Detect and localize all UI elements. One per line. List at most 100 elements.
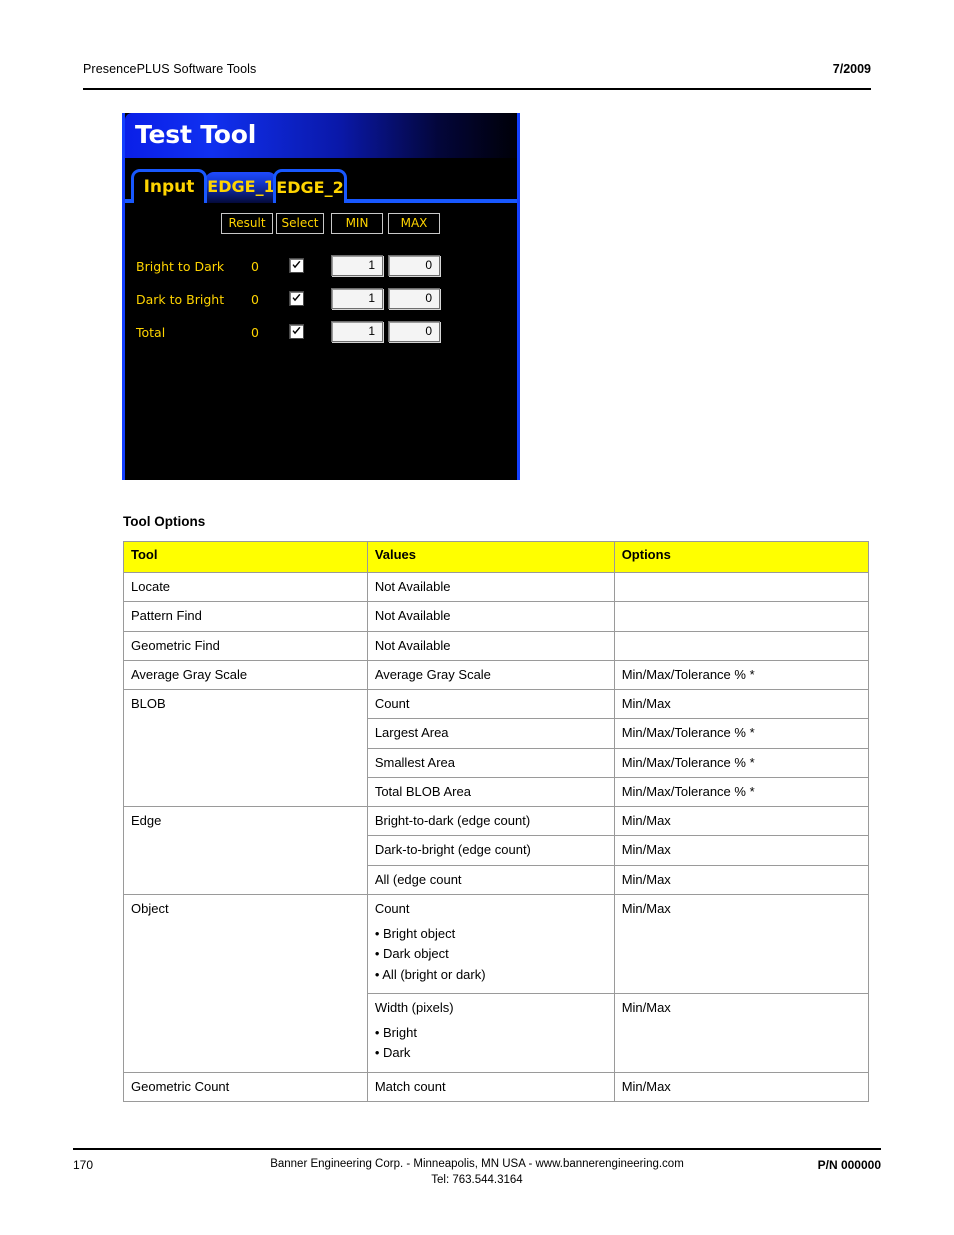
row-label: Dark to Bright [136,292,225,307]
cell-values: Bright-to-dark (edge count) [366,805,615,837]
cell-tool: Geometric Find [123,630,368,661]
tab-input[interactable]: Input [131,169,207,203]
table-header-row: Tool Values Options [123,541,870,573]
cell-tool: Pattern Find [123,601,368,632]
tool-title: Test Tool [135,120,257,149]
cell-values-main: Count [374,900,410,916]
column-header-max: MAX [388,213,440,234]
bullet-item: • Bright [374,1025,417,1040]
cell-values: Width (pixels) • Bright • Dark [366,992,615,1073]
cell-values: Not Available [366,630,615,661]
row-result-value: 0 [251,292,259,307]
table-row: Dark to Bright 0 1 0 [125,288,517,321]
cell-options [613,571,870,603]
row-select-checkbox[interactable] [289,291,304,306]
row-select-checkbox[interactable] [289,258,304,273]
cell-values: Match count [366,1071,615,1102]
checkmark-icon [292,294,301,302]
cell-options: Min/Max/Tolerance % * [613,659,870,691]
cell-values: Dark-to-bright (edge count) [366,835,615,866]
row-result-value: 0 [251,259,259,274]
header-title: PresencePLUS Software Tools [83,62,257,76]
cell-tool-edge: Edge [123,806,368,895]
cell-values-main: Width (pixels) [374,999,454,1015]
cell-options: Min/Max [613,864,870,895]
cell-tool-object: Object [123,893,368,1073]
cell-tool: Geometric Count [123,1071,368,1102]
cell-values: Count [366,688,615,720]
bullet-item: • Dark object [374,946,449,962]
column-header-select: Select [276,213,324,234]
row-result-value: 0 [251,325,259,340]
checkmark-icon [292,261,301,269]
cell-tool: Average Gray Scale [123,659,368,691]
cell-values: Smallest Area [366,747,615,778]
tool-titlebar: Test Tool [125,113,517,158]
row-max-input[interactable]: 0 [388,288,440,309]
table-row: Geometric Count Match count Min/Max [123,1071,870,1102]
header-date: 7/2009 [832,62,871,76]
row-max-input[interactable]: 0 [388,321,440,342]
tab-edge-2[interactable]: EDGE_2 [273,169,347,203]
cell-values: Largest Area [366,718,615,749]
column-header-row: Result Select MIN MAX [125,213,517,235]
page-header: PresencePLUS Software Tools 7/2009 [83,62,871,90]
cell-options: Min/Max [613,893,870,994]
cell-options: Min/Max [613,992,870,1073]
page-footer: 170 Banner Engineering Corp. - Minneapol… [73,1148,881,1186]
column-header-min: MIN [331,213,383,234]
table-row: Geometric Find Not Available [123,630,870,661]
bullet-item: • Bright object [374,926,456,941]
bullet-item: • Dark [374,1045,411,1061]
part-number: P/N 000000 [817,1158,881,1172]
section-title: Tool Options [123,514,206,529]
table-row: Locate Not Available [123,571,870,603]
cell-values: Count • Bright object • Dark object • Al… [366,893,615,994]
cell-options: Min/Max/Tolerance % * [613,747,870,778]
cell-options: Min/Max [613,835,870,866]
cell-options [613,601,870,632]
row-min-input[interactable]: 1 [331,288,383,309]
tool-body: Result Select MIN MAX Bright to Dark 0 1… [125,203,517,480]
table-row: Average Gray Scale Average Gray Scale Mi… [123,659,870,691]
cell-values: Not Available [366,571,615,603]
cell-options: Min/Max/Tolerance % * [613,776,870,808]
tool-options-table: Tool Values Options Locate Not Available… [123,541,870,1102]
cell-tool-blob: BLOB [123,689,368,807]
table-row: Object Count • Bright object • Dark obje… [123,893,870,1073]
column-header-options: Options [613,541,870,573]
test-tool-screenshot: Test Tool Input EDGE_1 EDGE_2 Result Sel… [122,113,520,480]
footer-company-line: Banner Engineering Corp. - Minneapolis, … [270,1158,684,1170]
bullet-item: • All (bright or dark) [374,966,486,982]
row-min-input[interactable]: 1 [331,321,383,342]
table-row: Total 0 1 0 [125,321,517,354]
row-label: Total [136,325,166,340]
footer-row: 170 Banner Engineering Corp. - Minneapol… [73,1158,881,1174]
cell-options: Min/Max [613,1071,870,1102]
footer-phone-line: Tel: 763.544.3164 [431,1174,523,1186]
cell-values: All (edge count [366,864,615,895]
cell-values: Not Available [366,601,615,632]
table-row: Pattern Find Not Available [123,601,870,632]
cell-values-bullets: • Bright object • Dark object • All (bri… [375,926,608,983]
table-row: Bright to Dark 0 1 0 [125,255,517,288]
tab-edge-1[interactable]: EDGE_1 [205,172,277,203]
row-label: Bright to Dark [136,259,225,274]
column-header-values: Values [366,541,615,573]
row-max-input[interactable]: 0 [388,255,440,276]
cell-options: Min/Max [613,688,870,720]
column-header-tool: Tool [123,541,368,573]
cell-tool: Locate [123,571,368,603]
row-select-checkbox[interactable] [289,324,304,339]
data-rows: Bright to Dark 0 1 0 Dark to Bright 0 1 … [125,255,517,354]
cell-options: Min/Max [613,805,870,837]
page-number: 170 [73,1158,94,1172]
column-header-result: Result [221,213,273,234]
cell-values-bullets: • Bright • Dark [375,1025,608,1062]
cell-options: Min/Max/Tolerance % * [613,718,870,749]
cell-options [613,630,870,661]
table-row: Edge Bright-to-dark (edge count) Min/Max [123,805,870,895]
table-row: BLOB Count Min/Max [123,688,870,807]
row-min-input[interactable]: 1 [331,255,383,276]
checkmark-icon [292,327,301,335]
